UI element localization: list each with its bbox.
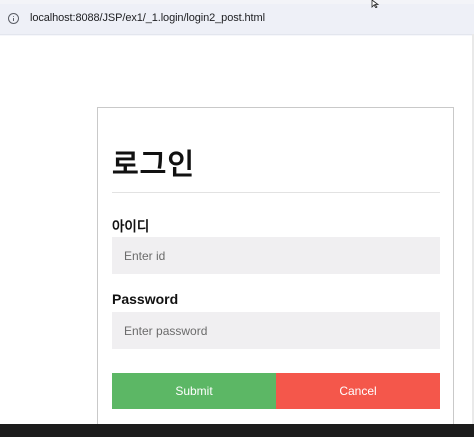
- info-icon[interactable]: [8, 13, 19, 24]
- url-text[interactable]: localhost:8088/JSP/ex1/_1.login/login2_p…: [30, 12, 265, 24]
- login-card: 로그인 아이디 Password Submit Cancel: [97, 107, 454, 437]
- cancel-button[interactable]: Cancel: [276, 373, 440, 409]
- page-title: 로그인: [112, 147, 196, 181]
- cursor-icon: [371, 0, 381, 8]
- password-label: Password: [112, 291, 179, 307]
- id-input[interactable]: [112, 237, 440, 274]
- id-label: 아이디: [112, 219, 150, 235]
- page: localhost:8088/JSP/ex1/_1.login/login2_p…: [0, 0, 474, 437]
- submit-button[interactable]: Submit: [112, 373, 276, 409]
- taskbar: [0, 424, 474, 437]
- password-input[interactable]: [112, 312, 440, 349]
- divider: [112, 192, 440, 193]
- address-bar[interactable]: localhost:8088/JSP/ex1/_1.login/login2_p…: [0, 4, 474, 35]
